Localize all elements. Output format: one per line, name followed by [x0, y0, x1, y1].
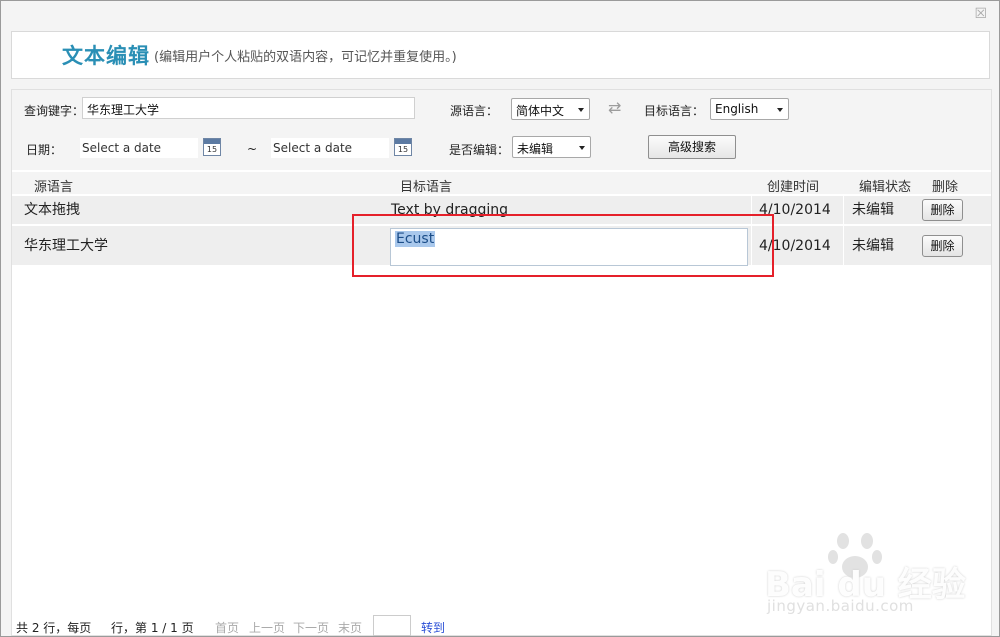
- target-lang-value: English: [715, 102, 759, 116]
- calendar-icon[interactable]: 15: [394, 138, 412, 156]
- target-lang-label: 目标语言：: [644, 104, 705, 118]
- page-number-input[interactable]: [373, 615, 411, 636]
- table-header: 源语言 目标语言 创建时间 编辑状态 删除: [12, 172, 991, 195]
- highlight-box: [352, 214, 774, 277]
- main-panel: 查询键字： 华东理工大学 源语言： 简体中文 ⇄ 目标语言： English 日…: [11, 89, 992, 636]
- close-icon[interactable]: ☒: [974, 6, 987, 22]
- first-page-link[interactable]: 首页: [215, 619, 239, 636]
- header: 文本编辑 (编辑用户个人粘贴的双语内容，可记忆并重复使用。): [11, 31, 990, 79]
- date-to-input[interactable]: Select a date: [271, 138, 389, 158]
- swap-language-icon[interactable]: ⇄: [608, 98, 621, 117]
- edited-label: 是否编辑：: [449, 143, 510, 157]
- keyword-label: 查询键字：: [24, 104, 85, 118]
- col-created[interactable]: 创建时间: [767, 176, 819, 195]
- last-page-link[interactable]: 末页: [338, 619, 362, 636]
- pagination: 共 2 行，每页 行，第 1 / 1 页 首页 上一页 下一页 末页 转到: [12, 614, 991, 636]
- search-area: 查询键字： 华东理工大学 源语言： 简体中文 ⇄ 目标语言： English 日…: [12, 90, 991, 170]
- chevron-down-icon: [777, 108, 783, 112]
- status-cell: 未编辑: [843, 226, 917, 265]
- source-cell: 文本拖拽: [24, 202, 80, 218]
- delete-button[interactable]: 删除: [922, 235, 963, 257]
- edited-select[interactable]: 未编辑: [512, 136, 591, 158]
- row-summary: 共 2 行，每页: [16, 621, 92, 635]
- col-source[interactable]: 源语言: [34, 176, 73, 195]
- source-lang-value: 简体中文: [516, 104, 565, 118]
- page-subtitle: (编辑用户个人粘贴的双语内容，可记忆并重复使用。): [154, 49, 457, 65]
- source-lang-select[interactable]: 简体中文: [511, 98, 590, 120]
- source-lang-label: 源语言：: [450, 104, 499, 118]
- page-title: 文本编辑: [62, 44, 150, 68]
- prev-page-link[interactable]: 上一页: [249, 619, 285, 636]
- advanced-search-button[interactable]: 高级搜索: [648, 135, 736, 159]
- col-status[interactable]: 编辑状态: [859, 176, 911, 195]
- keyword-input[interactable]: 华东理工大学: [82, 97, 415, 119]
- source-cell: 华东理工大学: [24, 238, 108, 254]
- text-edit-window: ☒ 文本编辑 (编辑用户个人粘贴的双语内容，可记忆并重复使用。) 查询键字： 华…: [0, 0, 1000, 637]
- date-label: 日期：: [26, 143, 63, 157]
- status-cell: 未编辑: [843, 196, 917, 224]
- date-separator: ~: [247, 142, 258, 156]
- next-page-link[interactable]: 下一页: [293, 619, 329, 636]
- calendar-icon[interactable]: 15: [203, 138, 221, 156]
- date-from-input[interactable]: Select a date: [80, 138, 198, 158]
- page-info: 行，第 1 / 1 页: [111, 621, 194, 635]
- target-lang-select[interactable]: English: [710, 98, 789, 120]
- edited-value: 未编辑: [517, 142, 554, 156]
- chevron-down-icon: [579, 146, 585, 150]
- goto-link[interactable]: 转到: [421, 619, 445, 636]
- delete-button[interactable]: 删除: [922, 199, 963, 221]
- col-delete: 删除: [932, 180, 959, 195]
- chevron-down-icon: [578, 108, 584, 112]
- col-target[interactable]: 目标语言: [400, 176, 452, 195]
